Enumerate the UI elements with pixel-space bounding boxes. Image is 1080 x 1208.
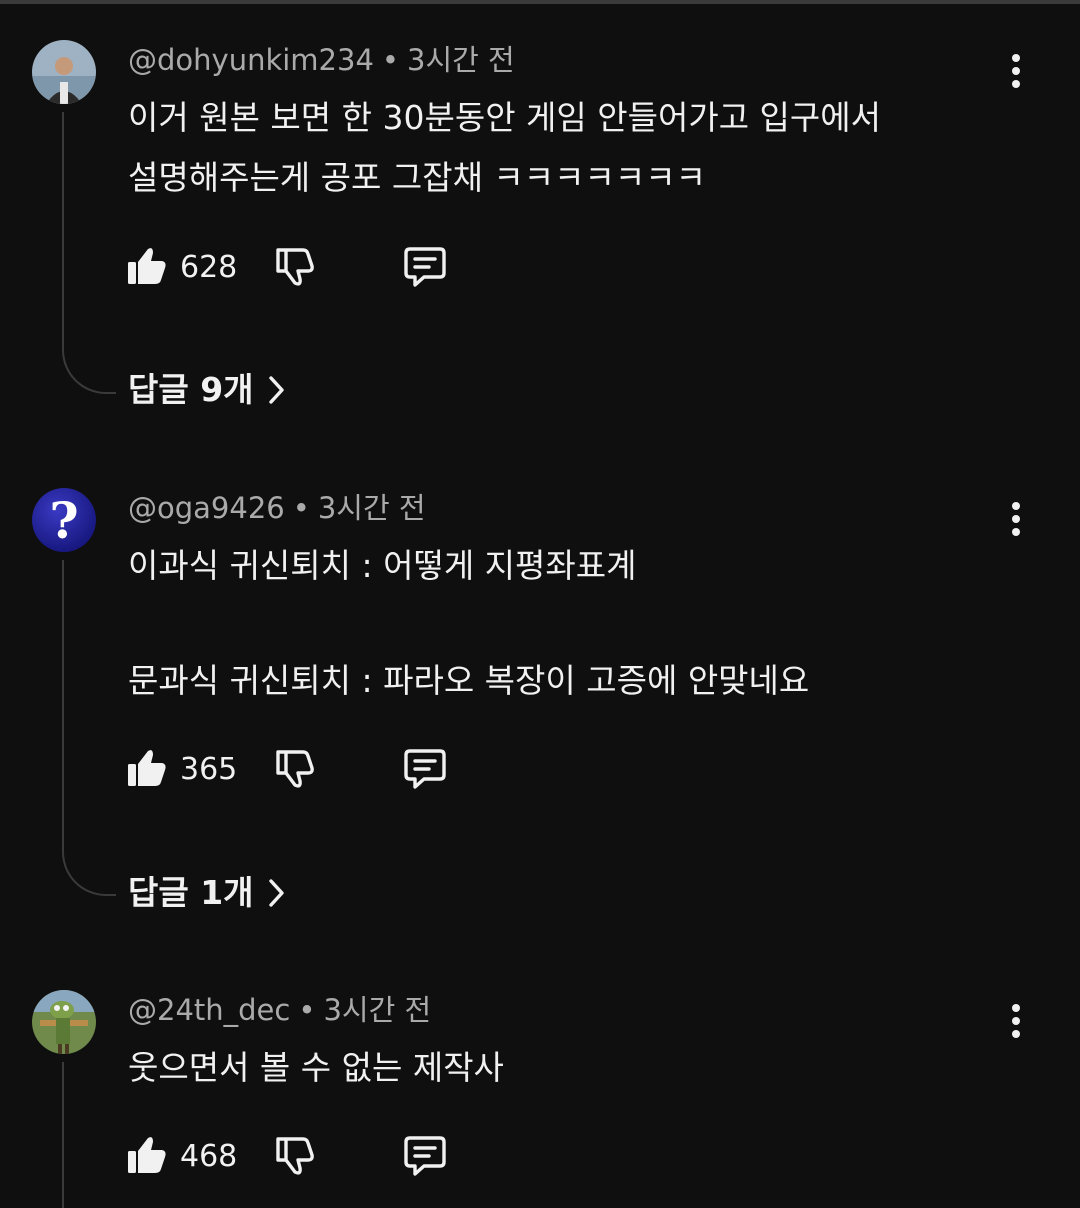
thread-connector <box>62 842 116 896</box>
timestamp[interactable]: 3시간 전 <box>407 43 515 77</box>
top-divider <box>0 0 1080 4</box>
more-vert-icon[interactable] <box>1000 1002 1032 1042</box>
thread-line <box>62 112 64 340</box>
avatar[interactable] <box>32 40 96 104</box>
chevron-right-icon <box>268 375 284 404</box>
comment-actions: 468 <box>0 1133 1080 1181</box>
thread-line <box>62 560 64 842</box>
meta-separator: • <box>292 491 310 525</box>
comment-icon[interactable] <box>403 1133 447 1177</box>
comment-text-line: 문과식 귀신퇴치 : 파라오 복장이 고증에 안맞네요 <box>128 661 810 700</box>
meta-separator: • <box>298 993 316 1027</box>
svg-text:?: ? <box>49 491 78 550</box>
more-vert-icon[interactable] <box>1000 500 1032 540</box>
comment-text-line: 웃으면서 볼 수 없는 제작사 <box>128 1048 504 1087</box>
comment-actions: 365 <box>0 746 1080 794</box>
replies-label: 답글 1개 <box>128 873 254 912</box>
timestamp[interactable]: 3시간 전 <box>323 993 431 1027</box>
thumbs-up-icon[interactable] <box>125 1133 169 1177</box>
author-handle[interactable]: @dohyunkim234 <box>128 43 374 77</box>
author-handle[interactable]: @oga9426 <box>128 491 285 525</box>
more-vert-icon[interactable] <box>1000 52 1032 92</box>
comment-meta: @24th_dec • 3시간 전 <box>128 996 431 1025</box>
thumbs-down-icon[interactable] <box>273 1133 317 1177</box>
thumbs-down-icon[interactable] <box>273 244 317 288</box>
comment-icon[interactable] <box>403 746 447 790</box>
like-count: 468 <box>180 1139 238 1174</box>
meta-separator: • <box>381 43 400 77</box>
avatar[interactable] <box>32 990 96 1054</box>
comment-text-line: 설명해주는게 공포 그잡채 ㅋㅋㅋㅋㅋㅋㅋ <box>128 158 706 197</box>
comment-meta: @dohyunkim234 • 3시간 전 <box>128 46 515 75</box>
comment-meta: @oga9426 • 3시간 전 <box>128 494 426 523</box>
author-handle[interactable]: @24th_dec <box>128 993 290 1027</box>
comment-icon[interactable] <box>403 244 447 288</box>
comment-actions: 628 <box>0 244 1080 292</box>
thumbs-down-icon[interactable] <box>273 746 317 790</box>
view-replies-button[interactable]: 답글 9개 <box>128 373 288 406</box>
timestamp[interactable]: 3시간 전 <box>318 491 426 525</box>
replies-label: 답글 9개 <box>128 370 254 409</box>
thread-connector <box>62 340 116 394</box>
chevron-right-icon <box>268 878 284 907</box>
like-count: 365 <box>180 752 238 787</box>
thumbs-up-icon[interactable] <box>125 746 169 790</box>
comment-text-line: 이과식 귀신퇴치 : 어떻게 지평좌표계 <box>128 546 637 585</box>
thumbs-up-icon[interactable] <box>125 244 169 288</box>
comment-text-line: 이거 원본 보면 한 30분동안 게임 안들어가고 입구에서 <box>128 98 881 137</box>
like-count: 628 <box>180 250 238 285</box>
avatar[interactable]: ? <box>32 488 96 552</box>
view-replies-button[interactable]: 답글 1개 <box>128 876 288 909</box>
